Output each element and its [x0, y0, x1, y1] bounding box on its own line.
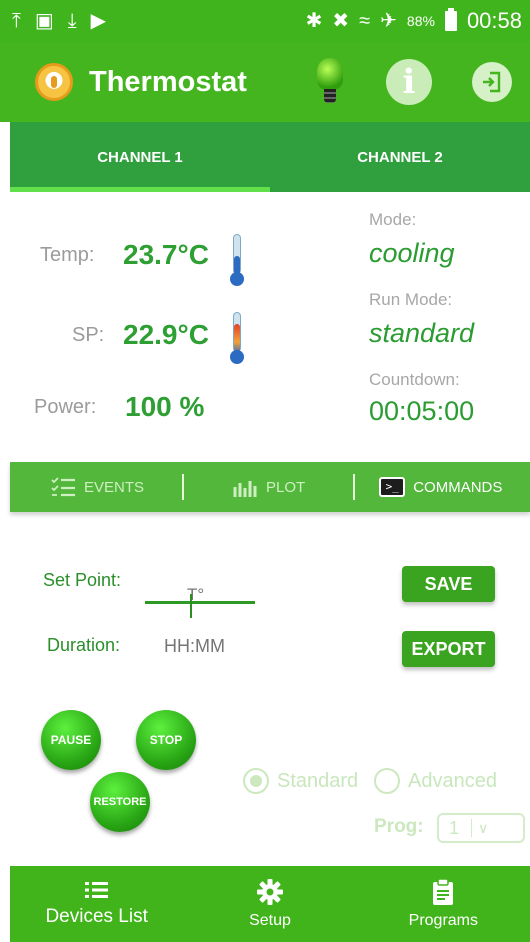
advanced-label: Advanced	[408, 769, 497, 792]
standard-label: Standard	[277, 769, 359, 792]
power-label: Power:	[34, 396, 97, 418]
list-icon	[84, 882, 108, 898]
toolbar-divider	[182, 474, 185, 500]
chevron-down-icon: ∨	[478, 819, 489, 836]
tab-channel-1[interactable]: CHANNEL 1	[10, 122, 270, 192]
pause-button[interactable]: PAUSE	[41, 710, 101, 770]
app-title: Thermostat	[89, 65, 247, 98]
status-panel: Temp: 23.7°C SP: 22.9°C Power: 100 % Mod…	[0, 192, 530, 460]
plot-label: PLOT	[266, 478, 306, 496]
nav-devices-list[interactable]: Devices List	[10, 866, 183, 942]
wifi-icon: ≈	[359, 10, 371, 32]
power-value: 100 %	[125, 391, 205, 422]
battery-icon	[444, 8, 457, 31]
devices-list-label: Devices List	[45, 906, 148, 927]
commands-tab[interactable]: >_ COMMANDS	[379, 477, 502, 497]
thermometer-cold-icon	[230, 234, 244, 286]
save-button[interactable]: SAVE	[402, 566, 495, 602]
flag-icon: ▶	[90, 10, 106, 32]
events-tab[interactable]: EVENTS	[50, 476, 144, 498]
channel-tabs: CHANNEL 1 CHANNEL 2	[10, 122, 530, 192]
status-bar: ⤒ ▣ ⤓ ▶ ✱ ✖ ≈ ✈ 88% 00:58	[0, 0, 530, 42]
tab-channel-2[interactable]: CHANNEL 2	[270, 122, 530, 192]
bottom-navigation: Devices List Setup Programs	[10, 866, 530, 942]
nav-programs[interactable]: Programs	[357, 866, 530, 942]
bluetooth-icon: ✱	[305, 10, 323, 32]
run-mode-label: Run Mode:	[369, 290, 453, 309]
system-icons: ✱ ✖ ≈ ✈ 88% 00:58	[306, 8, 530, 34]
gear-icon	[256, 879, 283, 905]
image-icon: ▣	[34, 10, 54, 32]
restore-button[interactable]: RESTORE	[90, 772, 150, 832]
programs-label: Programs	[408, 912, 478, 929]
bar-chart-icon	[233, 481, 257, 497]
plot-tab[interactable]: PLOT	[232, 477, 305, 497]
mode-label: Mode:	[369, 210, 417, 229]
clipboard-icon	[433, 878, 454, 905]
notification-icons: ⤒ ▣ ⤓ ▶	[0, 11, 106, 31]
stop-button[interactable]: STOP	[136, 710, 196, 770]
thermostat-logo-icon	[35, 63, 73, 101]
commands-label: COMMANDS	[413, 478, 503, 496]
events-label: EVENTS	[84, 478, 145, 496]
temp-value: 23.7°C	[123, 239, 209, 270]
checklist-icon	[51, 477, 75, 497]
radio-standard[interactable]	[243, 768, 269, 794]
sp-value: 22.9°C	[123, 319, 209, 350]
terminal-icon: >_	[379, 477, 406, 497]
view-toolbar: EVENTS PLOT >_ COMMANDS	[10, 462, 530, 512]
logout-icon[interactable]	[472, 62, 512, 102]
countdown-value: 00:05:00	[369, 396, 475, 426]
download-icon: ⤓	[67, 10, 77, 32]
thermometer-hot-icon	[230, 312, 244, 364]
sp-label: SP:	[72, 324, 105, 346]
duration-label: Duration:	[47, 635, 121, 655]
run-mode-value: standard	[369, 318, 475, 348]
toolbar-divider	[353, 474, 356, 500]
setup-label: Setup	[249, 912, 291, 929]
mode-value: cooling	[369, 238, 455, 268]
mute-icon: ✖	[332, 10, 350, 32]
select-divider	[471, 819, 473, 837]
set-point-label: Set Point:	[43, 570, 122, 590]
info-icon[interactable]: i	[386, 59, 432, 105]
countdown-label: Countdown:	[369, 370, 460, 389]
duration-input[interactable]	[164, 636, 284, 657]
upload-icon: ⤒	[12, 10, 21, 32]
prog-value: 1	[449, 817, 460, 838]
text-cursor	[190, 594, 192, 618]
radio-advanced[interactable]	[374, 768, 400, 794]
temp-label: Temp:	[40, 244, 95, 266]
export-button[interactable]: EXPORT	[402, 631, 495, 667]
mode-advanced-option[interactable]: Advanced	[374, 768, 497, 794]
app-bar: Thermostat i	[0, 42, 530, 122]
nav-setup[interactable]: Setup	[183, 866, 356, 942]
prog-select[interactable]: 1 ∨	[437, 813, 525, 843]
lightbulb-icon[interactable]	[314, 58, 346, 106]
prog-label: Prog:	[374, 816, 424, 837]
set-point-input[interactable]	[145, 588, 255, 604]
clock: 00:58	[466, 8, 522, 33]
airplane-icon: ✈	[380, 10, 397, 32]
mode-standard-option[interactable]: Standard	[243, 768, 358, 794]
battery-percent: 88%	[406, 13, 435, 29]
